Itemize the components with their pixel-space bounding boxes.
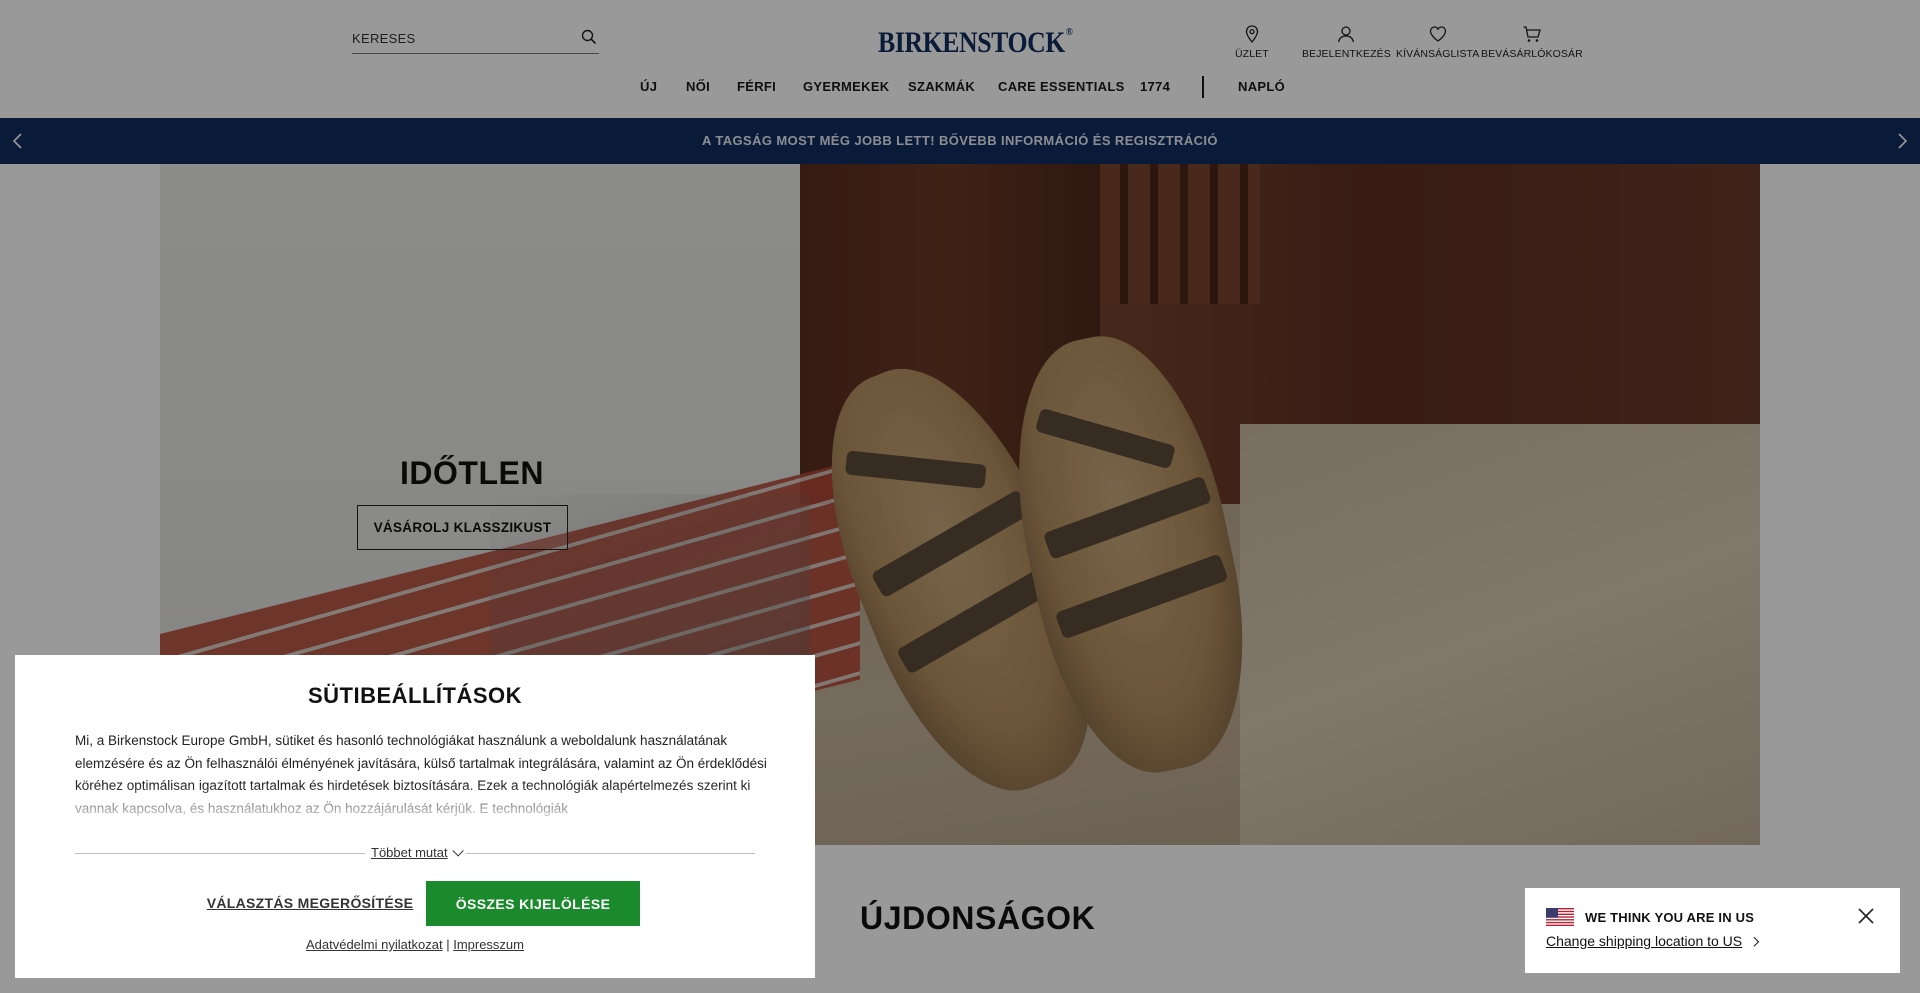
chevron-down-icon — [452, 845, 464, 857]
close-icon[interactable] — [1857, 907, 1875, 925]
change-shipping-link[interactable]: Change shipping location to US — [1546, 933, 1760, 949]
geo-location-popup: WE THINK YOU ARE IN US Change shipping l… — [1525, 888, 1900, 973]
cookie-consent-dialog: SÜTIBEÁLLÍTÁSOK Mi, a Birkenstock Europe… — [15, 655, 815, 978]
cookie-title: SÜTIBEÁLLÍTÁSOK — [307, 683, 523, 708]
geo-title: WE THINK YOU ARE IN US — [1585, 910, 1755, 925]
cookie-legal-links: Adatvédelmi nyilatkozat | Impresszum — [15, 937, 815, 952]
confirm-selection-button[interactable]: VÁLASZTÁS MEGERŐSÍTÉSE — [205, 881, 415, 925]
accept-all-button[interactable]: ÖSSZES KIJELÖLÉSE — [426, 881, 640, 926]
show-more-label: Többet mutat — [371, 845, 448, 860]
show-more-link[interactable]: Többet mutat — [365, 845, 466, 860]
imprint-link[interactable]: Impresszum — [453, 937, 524, 952]
cookie-text-fade — [75, 785, 770, 827]
change-shipping-label: Change shipping location to US — [1546, 933, 1743, 949]
privacy-policy-link[interactable]: Adatvédelmi nyilatkozat — [306, 937, 443, 952]
us-flag-icon — [1546, 908, 1574, 926]
chevron-right-icon — [1749, 936, 1760, 947]
legal-links-separator: | — [446, 937, 450, 952]
